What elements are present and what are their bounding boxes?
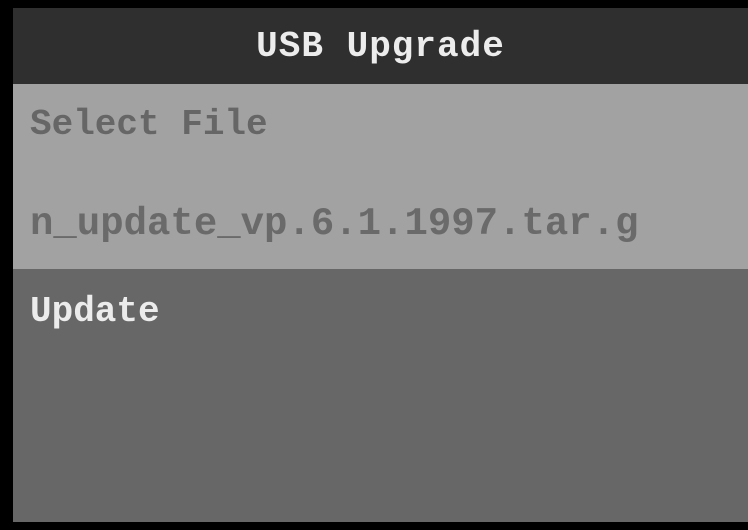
update-menu-item[interactable]: Update xyxy=(13,269,748,522)
update-label: Update xyxy=(30,291,160,332)
page-title: USB Upgrade xyxy=(256,25,505,67)
select-file-menu-item[interactable]: Select File n_update_vp.6.1.1997.tar.g xyxy=(13,84,748,269)
selected-file-name: n_update_vp.6.1.1997.tar.g xyxy=(30,202,639,246)
usb-upgrade-screen: USB Upgrade Select File n_update_vp.6.1.… xyxy=(0,0,748,530)
header-bar: USB Upgrade xyxy=(13,8,748,84)
select-file-label: Select File xyxy=(30,104,268,145)
